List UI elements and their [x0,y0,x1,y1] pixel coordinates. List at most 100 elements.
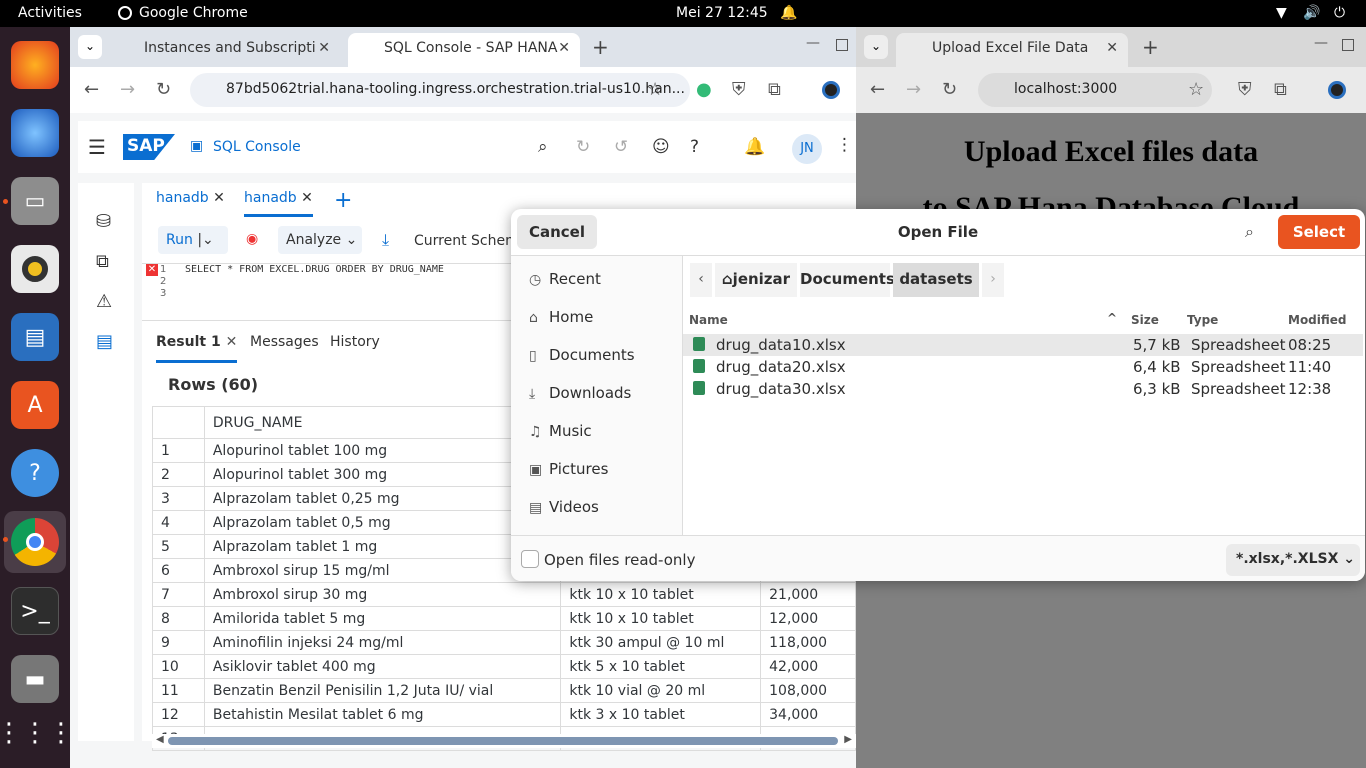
app-menu[interactable]: Google Chrome [139,5,248,21]
analyze-button[interactable]: Analyze ⌄ [278,226,362,254]
editor-tab-active[interactable]: hanadb ✕ [244,190,313,217]
forward-icon[interactable]: → [120,79,135,100]
disks-icon[interactable]: ▬ [11,655,59,703]
scrollbar-thumb[interactable] [168,737,838,745]
volume-icon[interactable]: 🔊 [1303,5,1320,21]
wifi-icon[interactable]: ▼ [1276,5,1287,21]
close-tab-icon[interactable]: ✕ [1106,40,1118,56]
clock[interactable]: Mei 27 12:45 [676,5,768,21]
place-videos[interactable]: ▤ Videos [529,492,599,524]
maximize-button[interactable] [1342,39,1354,51]
add-tab-icon[interactable]: + [334,188,352,213]
menu-icon[interactable]: ☰ [88,135,106,159]
tab-result[interactable]: Result 1 ✕ [156,334,238,363]
tab-sql-console[interactable]: SQL Console - SAP HANA ✕ [348,33,580,67]
copy-icon[interactable]: ⧉ [96,251,109,272]
shield-icon[interactable]: ⛨ [732,79,746,100]
new-tab-button[interactable]: + [1142,35,1159,59]
place-recent[interactable]: ◷ Recent [529,264,601,296]
firefox-icon[interactable] [11,41,59,89]
table-row[interactable]: 11 Benzatin Benzil Penisilin 1,2 Juta IU/… [152,678,856,703]
extensions-puzzle-icon[interactable]: ⧉ [768,79,781,100]
bookmark-star-icon[interactable]: ☆ [1188,79,1204,100]
file-filter-dropdown[interactable]: *.xlsx,*.XLSX ⌄ [1226,544,1360,576]
select-button[interactable]: Select [1278,215,1360,249]
breadcrumb-documents[interactable]: Documents [800,263,895,297]
minimize-button[interactable]: — [806,35,820,51]
address-bar[interactable]: 87bd5062trial.hana-tooling.ingress.orche… [190,73,690,107]
tab-instances[interactable]: Instances and Subscripti ✕ [108,33,340,67]
notifications-icon[interactable]: 🔔 [744,137,765,157]
terminal-icon[interactable]: >_ [11,587,59,635]
column-name[interactable]: Name [689,313,728,327]
extensions-puzzle-icon[interactable]: ⧉ [1274,79,1287,100]
chrome-icon[interactable] [11,518,59,566]
file-row[interactable]: drug_data30.xlsx 6,3 kB Spreadsheet 12:3… [683,378,1363,400]
breadcrumb-datasets[interactable]: datasets [893,263,979,297]
undo-icon[interactable]: ↺ [614,137,628,157]
tab-search-button[interactable]: ⌄ [864,35,888,59]
tab-history[interactable]: History [330,334,380,350]
help-icon[interactable]: ? [11,449,59,497]
table-row[interactable]: 9 Aminofilin injeksi 24 mg/ml ktk 30 ampul… [152,630,856,655]
close-tab-icon[interactable]: ✕ [558,40,570,56]
breadcrumb-back-icon[interactable]: ‹ [690,263,712,297]
database-icon[interactable]: ⛁ [96,211,111,232]
profile-avatar[interactable] [822,81,840,99]
place-documents[interactable]: ▯ Documents [529,340,635,372]
reload-icon[interactable]: ↻ [156,79,171,100]
run-button[interactable]: Run |⌄ [158,226,228,254]
tab-search-button[interactable]: ⌄ [78,35,102,59]
table-row[interactable]: 12 Betahistin Mesilat tablet 6 mg ktk 3 x … [152,702,856,727]
table-row[interactable]: 7 Ambroxol sirup 30 mg ktk 10 x 10 tablet 2… [152,582,856,607]
refresh-icon[interactable]: ↻ [576,137,590,157]
files-icon[interactable]: ▭ [11,177,59,225]
file-row[interactable]: drug_data10.xlsx 5,7 kB Spreadsheet 08:2… [683,334,1363,356]
tab-messages[interactable]: Messages [250,334,319,350]
user-avatar[interactable]: JN [792,134,822,164]
column-type[interactable]: Type [1187,313,1218,327]
app-title[interactable]: SQL Console [213,139,301,155]
place-pictures[interactable]: ▣ Pictures [529,454,608,486]
thunderbird-icon[interactable] [11,109,59,157]
horizontal-scrollbar[interactable]: ◀ ▶ [152,734,856,748]
sql-text[interactable]: SELECT * FROM EXCEL.DRUG ORDER BY DRUG_N… [185,264,444,275]
table-row[interactable]: 10 Asiklovir tablet 400 mg ktk 5 x 10 tabl… [152,654,856,679]
maximize-button[interactable] [836,39,848,51]
column-header[interactable]: DRUG_NAME [203,406,562,439]
rhythmbox-icon[interactable] [11,245,59,293]
table-row[interactable]: 8 Amilorida tablet 5 mg ktk 10 x 10 tablet… [152,606,856,631]
help-icon[interactable]: ? [690,137,699,157]
stop-icon[interactable]: ◉ [246,231,258,247]
alert-icon[interactable]: ⚠ [96,291,112,312]
new-tab-button[interactable]: + [592,35,609,59]
app-center-icon[interactable]: A [11,381,59,429]
breadcrumb-home[interactable]: ⌂jenizar [715,263,797,297]
close-icon[interactable]: ✕ [213,190,225,206]
power-icon[interactable]: ⏻ [1334,5,1345,21]
editor-tab[interactable]: hanadb ✕ [156,190,225,206]
tab-upload-excel[interactable]: Upload Excel File Data ✕ [896,33,1128,67]
back-icon[interactable]: ← [870,79,885,100]
place-downloads[interactable]: ⤓ Downloads [529,378,631,410]
readonly-checkbox[interactable] [521,550,539,568]
download-icon[interactable]: ⤓ [382,230,389,250]
search-icon[interactable]: ⌕ [1245,222,1254,242]
profile-avatar[interactable] [1328,81,1346,99]
back-icon[interactable]: ← [84,79,99,100]
breadcrumb-forward-icon[interactable]: › [982,263,1004,297]
address-bar[interactable]: localhost:3000 [978,73,1212,107]
writer-icon[interactable]: ▤ [11,313,59,361]
file-row[interactable]: drug_data20.xlsx 6,4 kB Spreadsheet 11:4… [683,356,1363,378]
shield-icon[interactable]: ⛨ [1238,79,1252,100]
place-home[interactable]: ⌂ Home [529,302,593,334]
sql-console-nav-icon[interactable]: ▤ [96,331,113,352]
column-modified[interactable]: Modified [1288,313,1347,327]
feedback-icon[interactable]: ☺ [652,137,670,157]
minimize-button[interactable]: — [1314,35,1328,51]
close-tab-icon[interactable]: ✕ [318,40,330,56]
forward-icon[interactable]: → [906,79,921,100]
activities-button[interactable]: Activities [18,5,82,21]
place-music[interactable]: ♫ Music [529,416,592,448]
extension-globe-icon[interactable]: ● [696,79,712,100]
